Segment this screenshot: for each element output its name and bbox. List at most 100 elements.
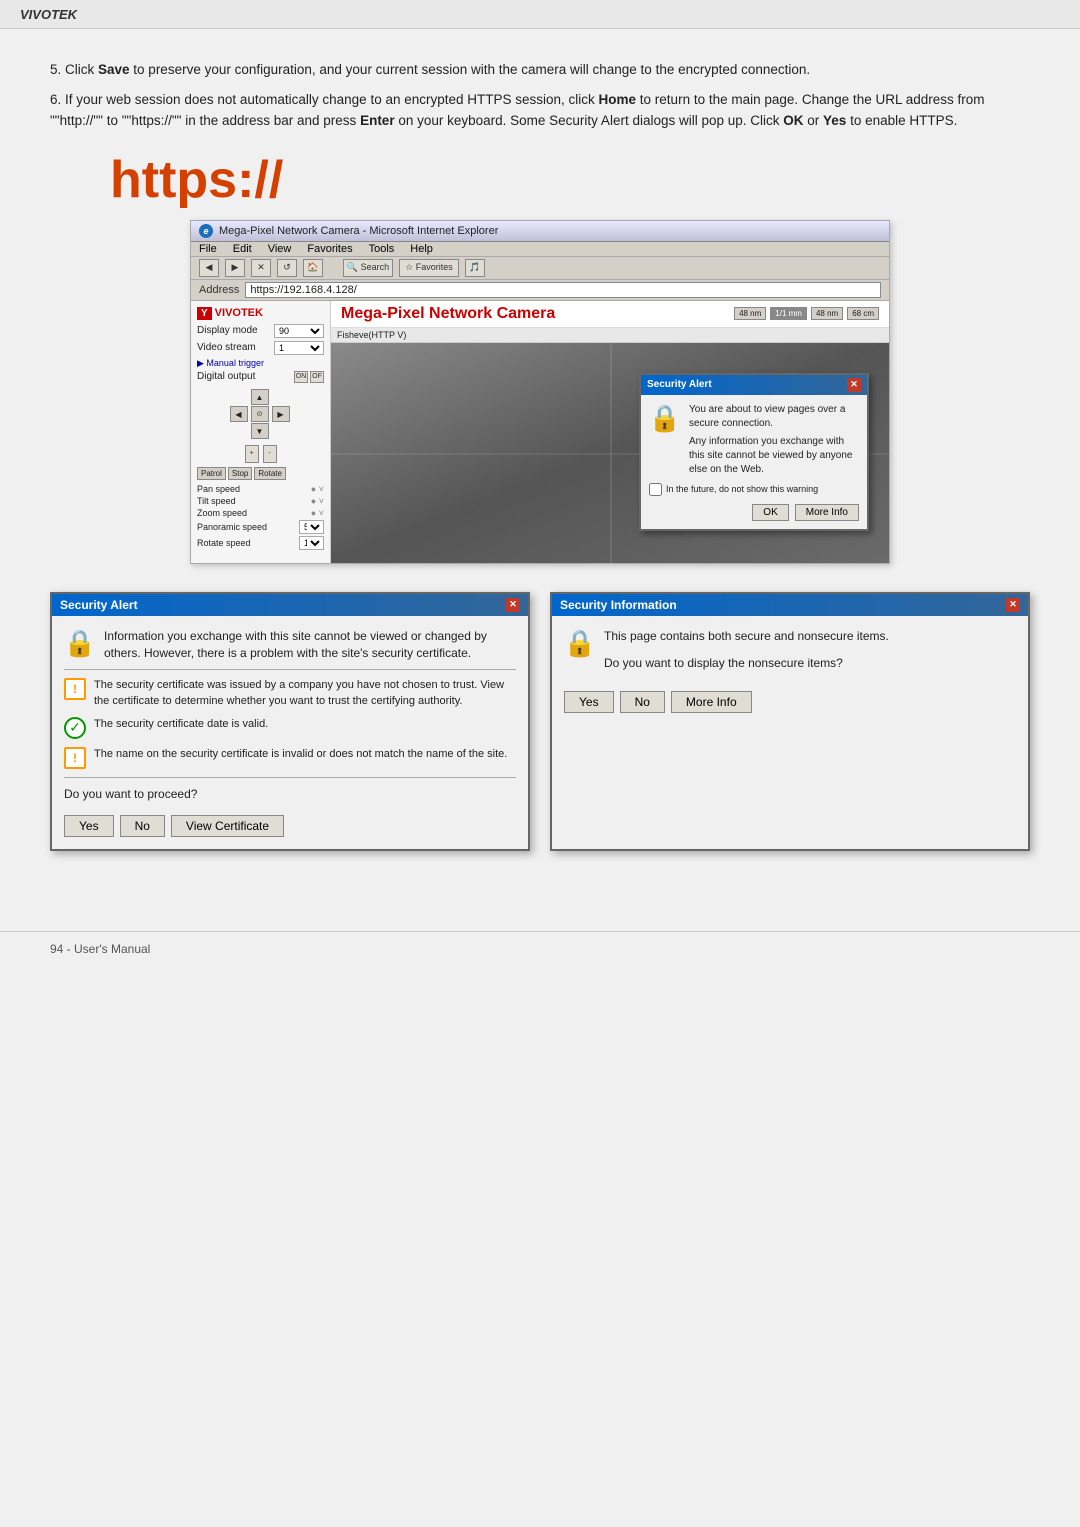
digital-output-row: Digital output ON OF xyxy=(197,371,324,383)
small-alert-moreinfo-btn[interactable]: More Info xyxy=(795,504,859,521)
do-on-btn[interactable]: ON xyxy=(294,371,308,383)
manual-trigger-link[interactable]: ▶ Manual trigger xyxy=(197,358,324,369)
step6-bold4: Yes xyxy=(823,113,846,128)
stop-preset-btn[interactable]: Stop xyxy=(228,467,252,480)
small-alert-close[interactable]: ✕ xyxy=(847,378,861,392)
security-info-buttons: Yes No More Info xyxy=(564,691,1016,713)
small-alert-buttons: OK More Info xyxy=(649,504,859,521)
small-alert-ok-btn[interactable]: OK xyxy=(752,504,788,521)
brand-logo: VIVOTEK xyxy=(20,7,77,22)
search-btn[interactable]: 🔍 Search xyxy=(343,259,393,277)
display-mode-row: Display mode 90 xyxy=(197,324,324,338)
security-no-btn[interactable]: No xyxy=(120,815,165,837)
camera-header: Mega-Pixel Network Camera 48 nm 1/1 mm 4… xyxy=(331,301,889,328)
browser-toolbar: ◀ ▶ ✕ ↺ 🏠 🔍 Search ☆ Favorites 🎵 xyxy=(191,257,889,280)
page-content: 5. Click Save to preserve your configura… xyxy=(0,29,1080,891)
fps-bar: 48 nm 1/1 mm 48 nm 68 cm xyxy=(734,307,879,320)
stop-btn[interactable]: ✕ xyxy=(251,259,271,277)
security-info-body: 🔒 This page contains both secure and non… xyxy=(552,616,1028,726)
display-mode-select[interactable]: 90 xyxy=(274,324,324,338)
menu-help[interactable]: Help xyxy=(410,243,433,255)
divider-1 xyxy=(64,669,516,670)
security-yes-btn[interactable]: Yes xyxy=(64,815,114,837)
browser-menubar: File Edit View Favorites Tools Help xyxy=(191,242,889,257)
step5-bold: Save xyxy=(98,62,130,77)
forward-btn[interactable]: ▶ xyxy=(225,259,245,277)
browser-titlebar: e Mega-Pixel Network Camera - Microsoft … xyxy=(191,221,889,242)
ptz-home[interactable]: ⊙ xyxy=(251,406,269,422)
fps-btn-4[interactable]: 68 cm xyxy=(847,307,879,320)
cert-item-2: ✓ The security certificate date is valid… xyxy=(64,717,516,739)
page-footer: 94 - User's Manual xyxy=(0,931,1080,966)
back-btn[interactable]: ◀ xyxy=(199,259,219,277)
info-yes-btn[interactable]: Yes xyxy=(564,691,614,713)
camera-ui: Y VIVOTEK Display mode 90 Video stream 1… xyxy=(191,301,889,563)
zoom-out-btn[interactable]: - xyxy=(263,445,277,463)
info-moreinfo-btn[interactable]: More Info xyxy=(671,691,752,713)
favorites-btn[interactable]: ☆ Favorites xyxy=(399,259,459,277)
security-info-close[interactable]: ✕ xyxy=(1006,598,1020,612)
home-btn[interactable]: 🏠 xyxy=(303,259,323,277)
address-input[interactable]: https://192.168.4.128/ xyxy=(245,282,881,298)
refresh-btn[interactable]: ↺ xyxy=(277,259,297,277)
browser-screenshot: e Mega-Pixel Network Camera - Microsoft … xyxy=(190,220,890,564)
lock-icon: 🔒 xyxy=(649,403,681,435)
security-alert-close[interactable]: ✕ xyxy=(506,598,520,612)
tilt-speed-row: Tilt speed ● ˅ xyxy=(197,496,324,506)
video-stream-row: Video stream 1 xyxy=(197,341,324,355)
ptz-left[interactable]: ◀ xyxy=(230,406,248,422)
rotate-btn[interactable]: Rotate xyxy=(254,467,286,480)
menu-view[interactable]: View xyxy=(268,243,292,255)
patrol-btn[interactable]: Patrol xyxy=(197,467,226,480)
info-no-btn[interactable]: No xyxy=(620,691,665,713)
panoramic-speed-row: Panoramic speed 5 xyxy=(197,520,324,534)
check-icon: ✓ xyxy=(64,717,86,739)
camera-brand: Y VIVOTEK xyxy=(197,307,324,320)
dialogs-row: Security Alert ✕ 🔒 Information you excha… xyxy=(50,592,1030,851)
browser-title: Mega-Pixel Network Camera - Microsoft In… xyxy=(219,225,498,237)
zoom-in-btn[interactable]: + xyxy=(245,445,259,463)
rotate-speed-select[interactable]: 1 xyxy=(299,536,324,550)
preset-row: Patrol Stop Rotate xyxy=(197,467,324,480)
ptz-right[interactable]: ▶ xyxy=(272,406,290,422)
step6-bold2: Enter xyxy=(360,113,395,128)
security-info-dialog: Security Information ✕ 🔒 This page conta… xyxy=(550,592,1030,851)
warning-icon-1: ! xyxy=(64,678,86,700)
rotate-speed-row: Rotate speed 1 xyxy=(197,536,324,550)
fps-btn-3[interactable]: 48 nm xyxy=(811,307,843,320)
do-off-btn[interactable]: OF xyxy=(310,371,324,383)
camera-title: Mega-Pixel Network Camera xyxy=(341,305,555,323)
security-alert-buttons: Yes No View Certificate xyxy=(64,815,516,837)
security-lock-icon: 🔒 xyxy=(64,628,96,660)
media-btn[interactable]: 🎵 xyxy=(465,259,485,277)
step6-bold3: OK xyxy=(783,113,803,128)
ptz-up[interactable]: ▲ xyxy=(251,389,269,405)
menu-edit[interactable]: Edit xyxy=(233,243,252,255)
pan-speed-row: Pan speed ● ˅ xyxy=(197,484,324,494)
menu-file[interactable]: File xyxy=(199,243,217,255)
security-alert-titlebar: Security Alert ✕ xyxy=(52,594,528,616)
fps-btn-1[interactable]: 48 nm xyxy=(734,307,766,320)
https-display: https:// xyxy=(110,150,1030,210)
panoramic-speed-select[interactable]: 5 xyxy=(299,520,324,534)
top-bar: VIVOTEK xyxy=(0,0,1080,29)
small-alert-checkbox[interactable] xyxy=(649,483,662,496)
zoom-speed-row: Zoom speed ● ˅ xyxy=(197,508,324,518)
cert-item-3: ! The name on the security certificate i… xyxy=(64,747,516,769)
menu-tools[interactable]: Tools xyxy=(369,243,395,255)
cert-item-1: ! The security certificate was issued by… xyxy=(64,678,516,709)
small-alert-titlebar: Security Alert ✕ xyxy=(641,375,867,395)
video-stream-select[interactable]: 1 xyxy=(274,341,324,355)
small-alert-checkbox-row: In the future, do not show this warning xyxy=(649,483,859,496)
small-security-alert: Security Alert ✕ 🔒 You are about to view… xyxy=(639,373,869,531)
security-viewcert-btn[interactable]: View Certificate xyxy=(171,815,284,837)
step5-text: 5. Click Save to preserve your configura… xyxy=(50,59,1030,81)
ptz-down[interactable]: ▼ xyxy=(251,423,269,439)
fps-btn-2[interactable]: 1/1 mm xyxy=(770,307,807,320)
ptz-controls: ▲ ◀ ⊙ ▶ ▼ xyxy=(230,389,292,439)
ie-icon: e xyxy=(199,224,213,238)
security-alert-body: 🔒 Information you exchange with this sit… xyxy=(52,616,528,849)
camera-sidebar: Y VIVOTEK Display mode 90 Video stream 1… xyxy=(191,301,331,563)
security-alert-dialog: Security Alert ✕ 🔒 Information you excha… xyxy=(50,592,530,851)
menu-favorites[interactable]: Favorites xyxy=(307,243,352,255)
